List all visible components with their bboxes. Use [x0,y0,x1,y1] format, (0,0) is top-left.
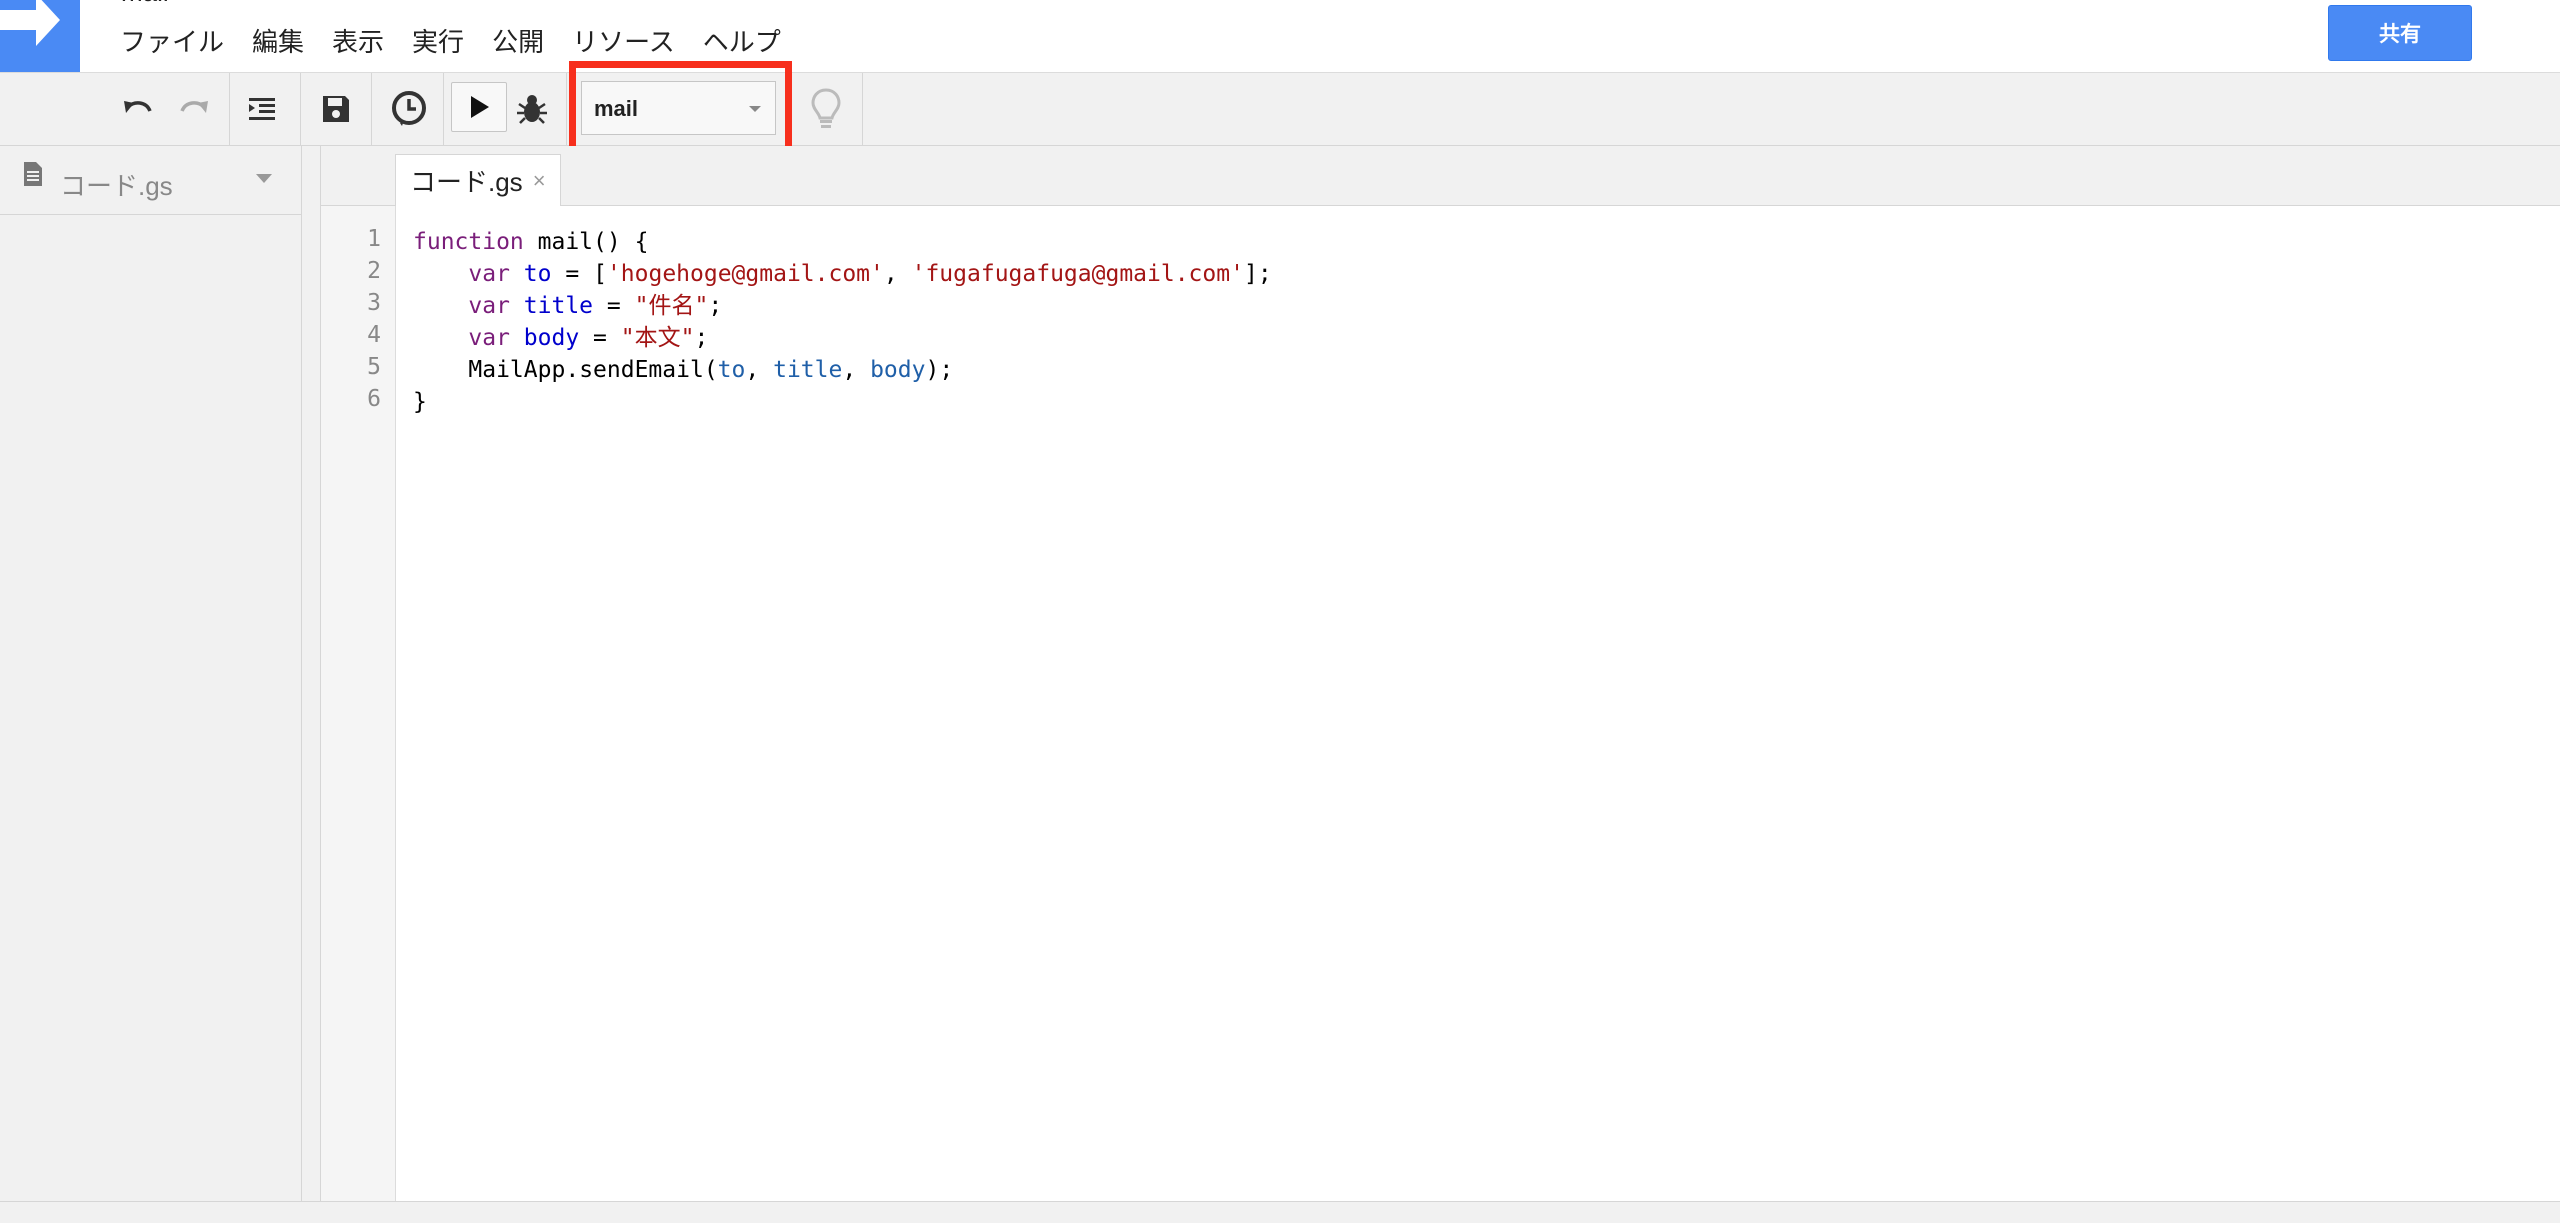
close-icon[interactable]: × [533,168,546,194]
chevron-down-icon[interactable] [256,174,272,183]
highlight-box [569,61,792,157]
menu-view[interactable]: 表示 [318,22,398,62]
project-title[interactable]: mail [121,0,169,5]
menu-publish[interactable]: 公開 [478,22,558,62]
code-line: } [413,389,427,415]
run-icon [471,96,489,118]
tab-label: コード.gs [410,167,523,197]
status-bar [0,1201,2560,1223]
lightbulb-icon[interactable] [806,85,846,133]
code-line: MailApp.sendEmail(to, title, body); [468,357,954,383]
toolbar-divider [443,73,444,145]
menu-resources[interactable]: リソース [558,22,689,62]
toolbar-divider [371,73,372,145]
menu-edit[interactable]: 編集 [238,22,318,62]
menu-help[interactable]: ヘルプ [689,22,795,62]
toolbar-divider [229,73,230,145]
toolbar-divider [566,73,567,145]
toolbar: mail [0,73,2560,146]
indent-icon[interactable] [242,89,282,129]
code-line: function mail() { [413,229,649,255]
save-icon[interactable] [316,89,356,129]
menu-run[interactable]: 実行 [398,22,478,62]
code-content[interactable]: function mail() { var to = ['hogehoge@gm… [413,226,1272,418]
code-editor[interactable]: 1 2 3 4 5 6 function mail() { var to = [… [321,206,2560,1201]
clock-trigger-icon[interactable] [386,87,432,131]
line-number: 4 [367,322,381,348]
tab-code-gs[interactable]: コード.gs × [395,154,561,206]
tab-strip: コード.gs × [321,146,2560,206]
sidebar-file-item[interactable]: コード.gs [0,146,301,215]
sidebar-splitter[interactable] [302,146,321,1201]
share-button[interactable]: 共有 [2328,5,2472,61]
line-number: 1 [367,226,381,252]
line-number: 6 [367,386,381,412]
document-icon [22,160,44,193]
line-number: 2 [367,258,381,284]
run-button[interactable] [451,82,507,132]
debug-bug-icon[interactable] [512,87,552,131]
line-number-gutter: 1 2 3 4 5 6 [321,206,396,1201]
redo-icon[interactable] [174,91,214,127]
line-number: 5 [367,354,381,380]
code-line: var to = ['hogehoge@gmail.com', 'fugafug… [468,261,1272,287]
toolbar-divider [300,73,301,145]
menu-file[interactable]: ファイル [106,22,238,62]
undo-icon[interactable] [118,91,158,127]
header: mail ファイル 編集 表示 実行 公開 リソース ヘルプ 共有 [0,0,2560,73]
menu-bar: ファイル 編集 表示 実行 公開 リソース ヘルプ [106,22,795,62]
code-line: var title = "件名"; [468,293,723,319]
file-sidebar: コード.gs [0,146,302,1201]
toolbar-divider [862,73,863,145]
line-number: 3 [367,290,381,316]
code-line: var body = "本文"; [468,325,709,351]
sidebar-file-name: コード.gs [60,171,173,201]
apps-script-arrow-icon[interactable] [0,0,80,72]
